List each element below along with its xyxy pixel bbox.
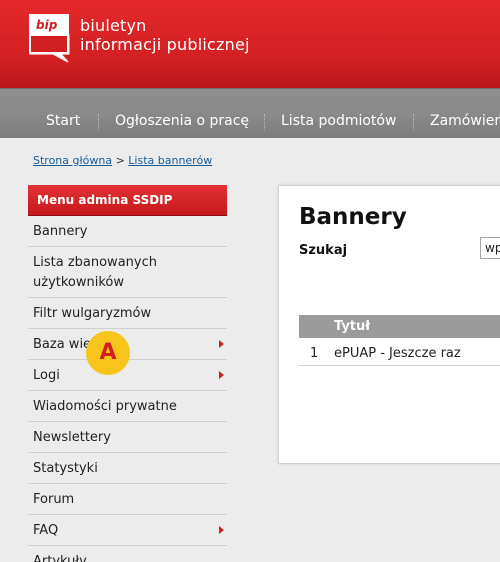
site-name[interactable]: biuletyn informacji publicznej xyxy=(80,16,250,54)
sidebar-item-banners[interactable]: Bannery xyxy=(28,216,227,247)
table-row[interactable]: 1 ePUAP - Jeszcze raz xyxy=(299,338,500,366)
chevron-right-icon xyxy=(219,340,224,348)
sidebar-item-label: Filtr wulgaryzmów xyxy=(33,306,152,321)
search-input[interactable] xyxy=(480,237,500,259)
sidebar-item-newsletters[interactable]: Newslettery xyxy=(28,422,227,453)
sidebar-item-label: Baza wie xyxy=(33,337,92,352)
content-panel: Bannery Szukaj Tytuł 1 ePUAP - Jeszcze r… xyxy=(278,185,500,464)
sidebar-item-label: Forum xyxy=(33,492,75,507)
sidebar-item-statistics[interactable]: Statystyki xyxy=(28,453,227,484)
sidebar-item-label: Lista zbanowanych użytkowników xyxy=(33,255,157,290)
breadcrumb-home-link[interactable]: Strona główna xyxy=(33,154,112,167)
nav-separator xyxy=(413,114,414,130)
sidebar-item-label: Bannery xyxy=(33,224,88,239)
site-name-line1: biuletyn xyxy=(80,16,147,35)
sidebar-item-label: Statystyki xyxy=(33,461,98,476)
nav-job-offers[interactable]: Ogłoszenia o pracę xyxy=(115,113,249,129)
row-number: 1 xyxy=(310,346,319,361)
sidebar-item-banned-users[interactable]: Lista zbanowanych użytkowników xyxy=(28,247,227,298)
sidebar-item-label: Artykuły xyxy=(33,554,87,562)
main-navigation: Start Ogłoszenia o pracę Lista podmiotów… xyxy=(0,88,500,138)
sidebar-item-label: FAQ xyxy=(33,523,59,538)
site-header: bip biuletyn informacji publicznej xyxy=(0,0,500,88)
sidebar-item-label: Wiadomości prywatne xyxy=(33,399,177,414)
sidebar-item-profanity-filter[interactable]: Filtr wulgaryzmów xyxy=(28,298,227,329)
chevron-right-icon xyxy=(219,526,224,534)
sidebar-item-label: Newslettery xyxy=(33,430,111,445)
sidebar-item-forum[interactable]: Forum xyxy=(28,484,227,515)
nav-entity-list[interactable]: Lista podmiotów xyxy=(281,113,396,129)
row-title-link[interactable]: ePUAP - Jeszcze raz xyxy=(334,346,461,361)
sidebar-item-private-messages[interactable]: Wiadomości prywatne xyxy=(28,391,227,422)
breadcrumb-current-link[interactable]: Lista bannerów xyxy=(128,154,212,167)
bip-logo-icon[interactable]: bip xyxy=(29,14,71,64)
search-label: Szukaj xyxy=(299,243,348,258)
breadcrumb-separator: > xyxy=(115,154,125,167)
sidebar-item-articles[interactable]: Artykuły xyxy=(28,546,227,562)
nav-start[interactable]: Start xyxy=(46,113,80,129)
admin-sidebar: Menu admina SSDIP Bannery Lista zbanowan… xyxy=(28,185,227,562)
table-header: Tytuł xyxy=(299,315,500,338)
nav-procurement[interactable]: Zamówien xyxy=(430,113,500,129)
annotation-marker-a: A xyxy=(86,331,130,375)
page-title: Bannery xyxy=(299,204,407,230)
breadcrumb: Strona główna > Lista bannerów xyxy=(33,154,212,167)
sidebar-item-logs[interactable]: Logi xyxy=(28,360,227,391)
column-header-title[interactable]: Tytuł xyxy=(334,319,370,334)
sidebar-item-label: Logi xyxy=(33,368,60,383)
sidebar-title: Menu admina SSDIP xyxy=(28,185,227,216)
svg-text:bip: bip xyxy=(36,18,58,32)
nav-separator xyxy=(98,114,99,130)
site-name-line2: informacji publicznej xyxy=(80,35,250,54)
sidebar-item-faq[interactable]: FAQ xyxy=(28,515,227,546)
nav-separator xyxy=(264,114,265,130)
chevron-right-icon xyxy=(219,371,224,379)
